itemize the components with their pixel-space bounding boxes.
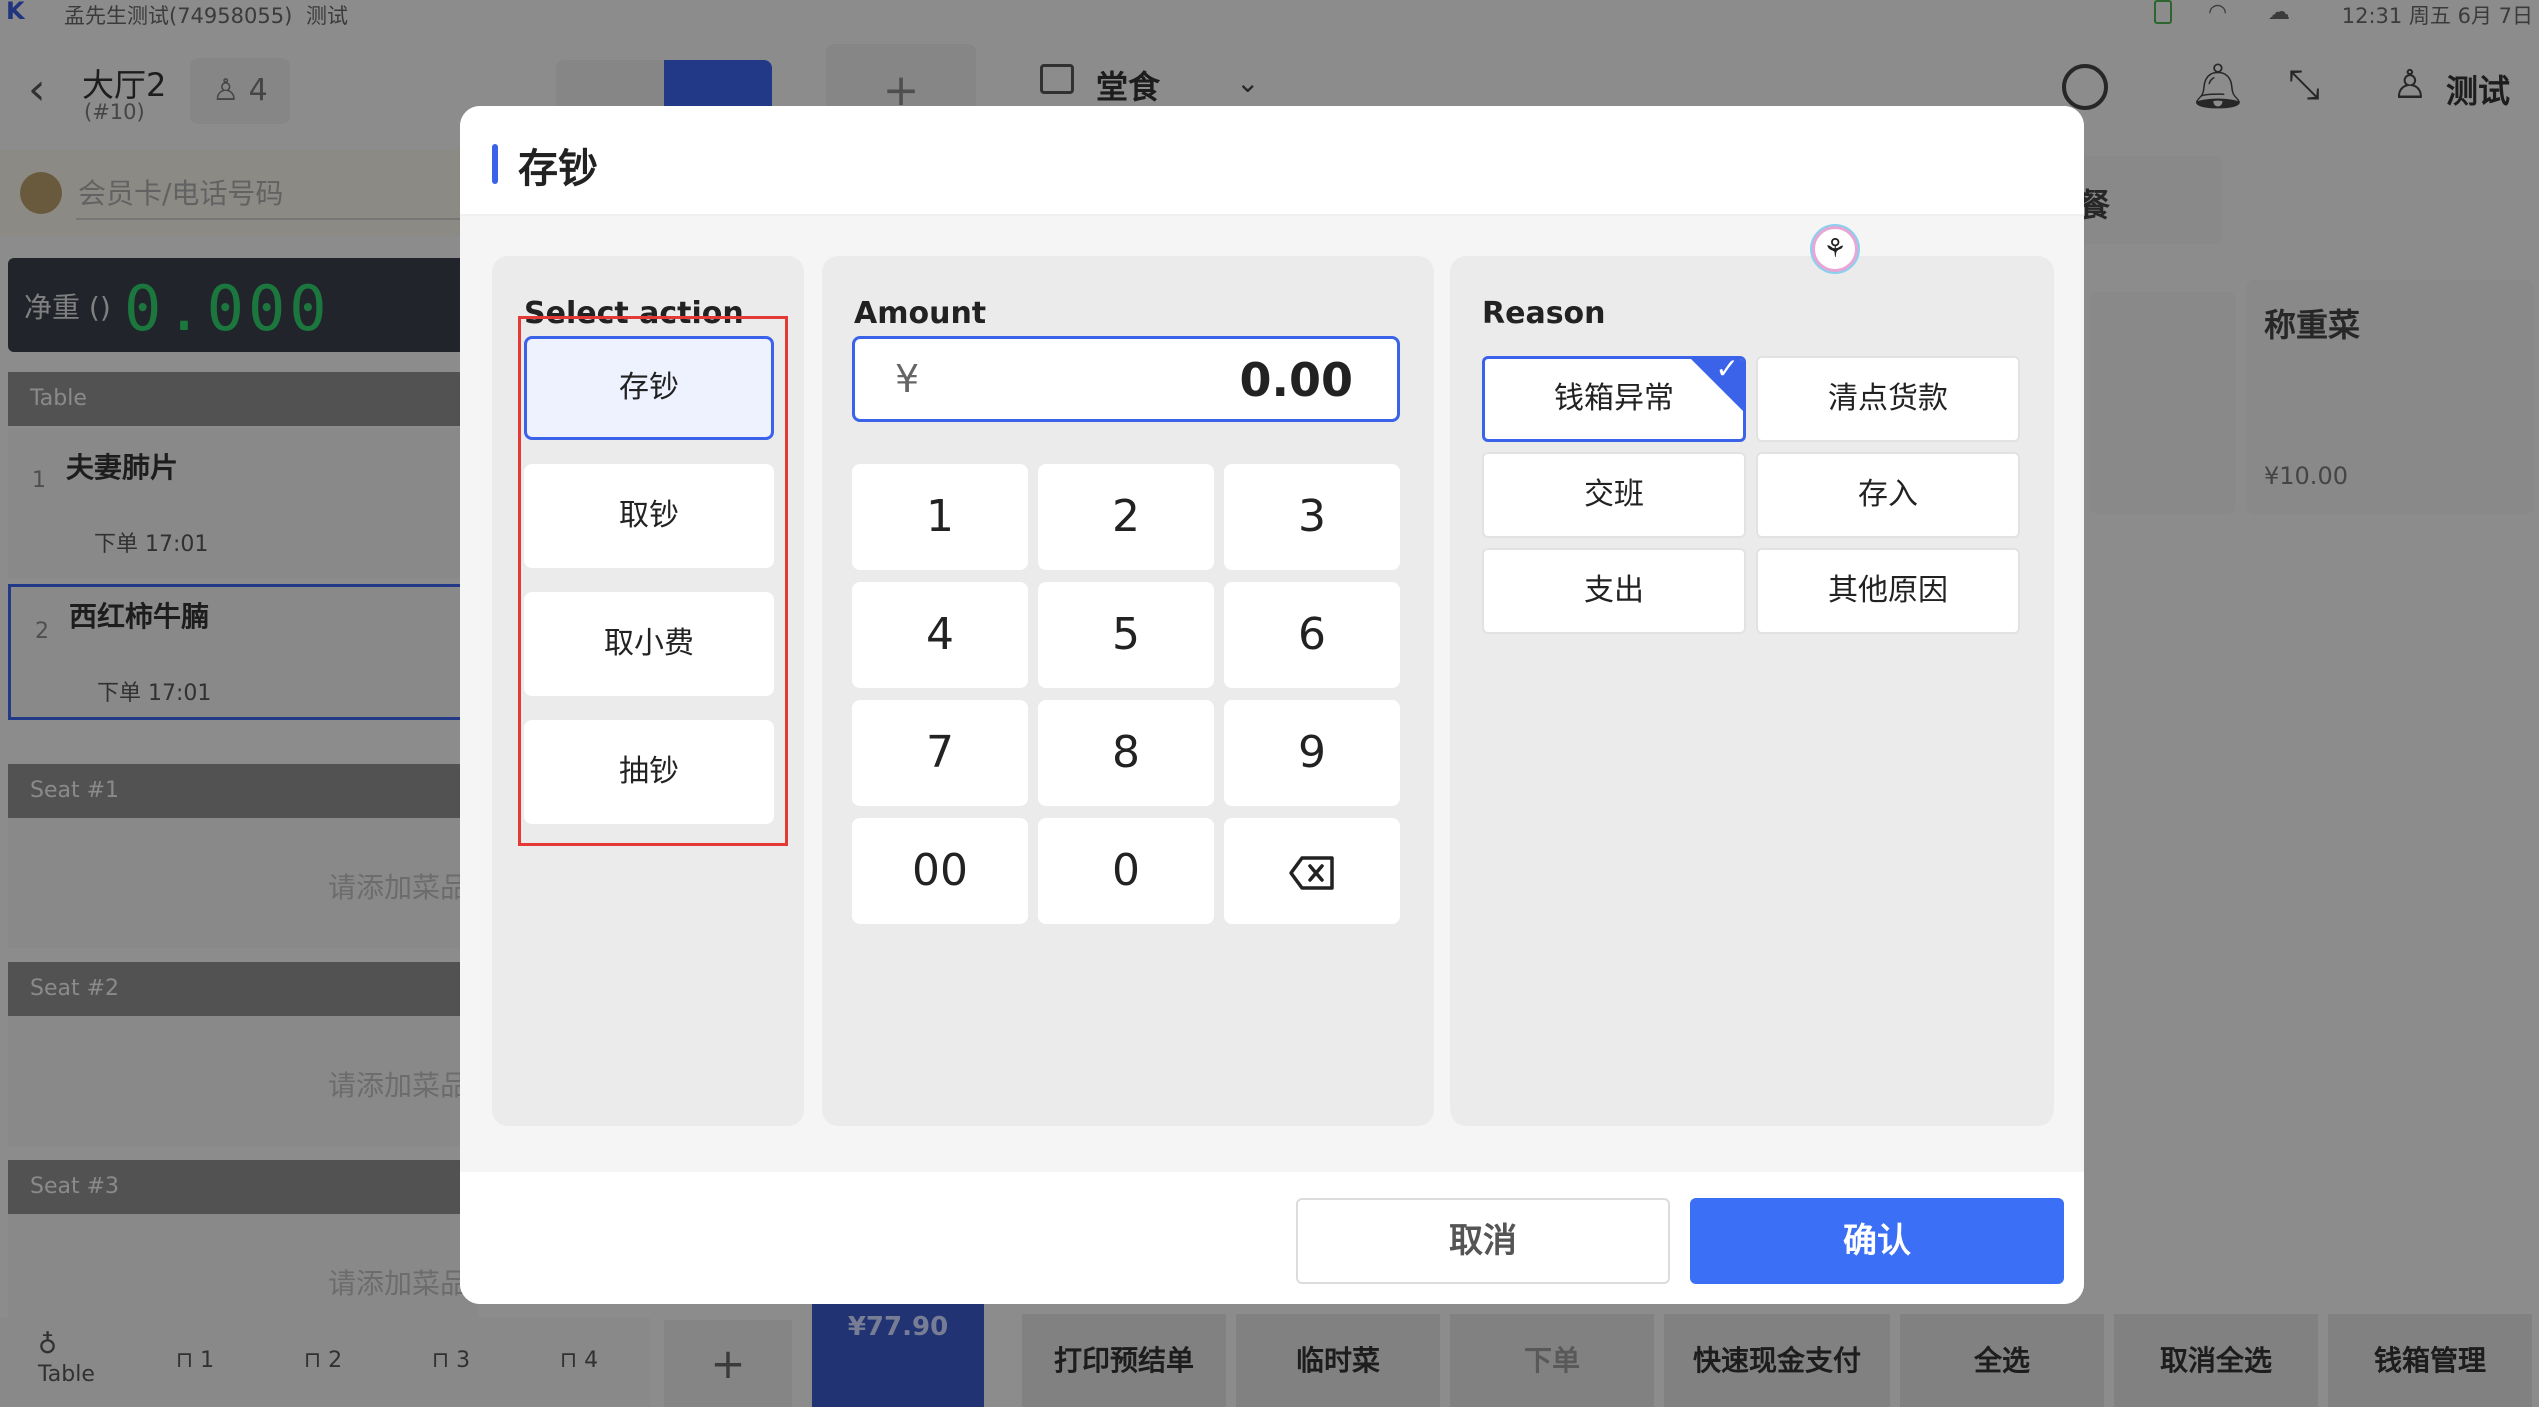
keypad-4[interactable]: 4 (852, 582, 1028, 688)
keypad-1[interactable]: 1 (852, 464, 1028, 570)
reason-expense[interactable]: 支出 (1482, 548, 1746, 634)
keypad-2[interactable]: 2 (1038, 464, 1214, 570)
keypad-3[interactable]: 3 (1224, 464, 1400, 570)
assistant-float-icon[interactable]: ⚘ (1812, 226, 1858, 272)
dialog-header: 存钞 (460, 106, 2084, 216)
cash-deposit-dialog: 存钞 Select action 存钞 取钞 取小费 抽钞 Amount ¥ 0… (460, 106, 2084, 1304)
keypad-00[interactable]: 00 (852, 818, 1028, 924)
reason-count-goods[interactable]: 清点货款 (1756, 356, 2020, 442)
keypad-8[interactable]: 8 (1038, 700, 1214, 806)
action-withdraw-button[interactable]: 取钞 (524, 464, 774, 568)
keypad-0[interactable]: 0 (1038, 818, 1214, 924)
amount-input[interactable]: ¥ 0.00 (852, 336, 1400, 422)
cancel-button[interactable]: 取消 (1296, 1198, 1670, 1284)
keypad-5[interactable]: 5 (1038, 582, 1214, 688)
dialog-title: 存钞 (518, 146, 598, 192)
keypad-9[interactable]: 9 (1224, 700, 1400, 806)
reason-other[interactable]: 其他原因 (1756, 548, 2020, 634)
backspace-icon (1289, 856, 1334, 890)
amount-value: 0.00 (1239, 353, 1354, 407)
amount-label: Amount (854, 296, 987, 331)
keypad-backspace[interactable] (1224, 818, 1400, 924)
currency-symbol: ¥ (895, 357, 920, 401)
reason-deposit[interactable]: 存入 (1756, 452, 2020, 538)
confirm-button[interactable]: 确认 (1690, 1198, 2064, 1284)
reason-label: Reason (1482, 296, 1606, 331)
reason-drawer-error[interactable]: 钱箱异常 ✓ (1482, 356, 1746, 442)
checkmark-icon: ✓ (1715, 356, 1739, 385)
keypad-6[interactable]: 6 (1224, 582, 1400, 688)
action-deposit-button[interactable]: 存钞 (524, 336, 774, 440)
dialog-footer: 取消 确认 (460, 1172, 2084, 1304)
keypad-7[interactable]: 7 (852, 700, 1028, 806)
reason-shift-change[interactable]: 交班 (1482, 452, 1746, 538)
action-tip-button[interactable]: 取小费 (524, 592, 774, 696)
action-skim-button[interactable]: 抽钞 (524, 720, 774, 824)
